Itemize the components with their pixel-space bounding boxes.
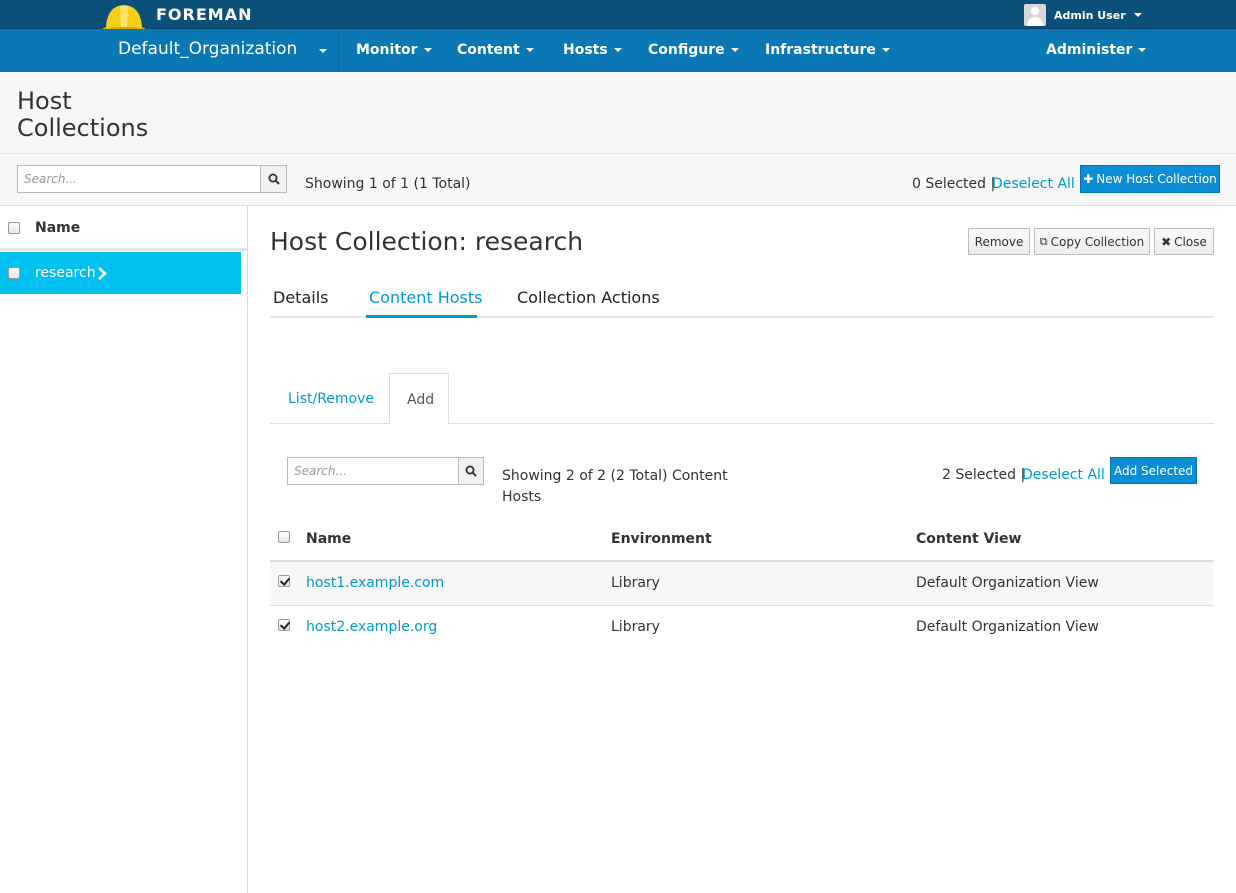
close-icon: ✖ xyxy=(1161,234,1172,249)
host-name-link[interactable]: host2.example.org xyxy=(306,619,437,635)
nav-administer[interactable]: Administer xyxy=(1046,42,1147,58)
content-hosts-table: Name Environment Content View host1.exam… xyxy=(270,518,1213,649)
close-button[interactable]: ✖ Close xyxy=(1154,228,1214,255)
main-nav: Default_Organization Monitor Content Hos… xyxy=(0,29,1236,72)
tab-content-hosts[interactable]: Content Hosts xyxy=(369,288,482,307)
table-row[interactable]: host2.example.org Library Default Organi… xyxy=(270,605,1213,649)
environment-cell: Library xyxy=(611,619,660,636)
top-bar: FOREMAN Admin User xyxy=(0,0,1236,35)
deselect-all-link[interactable]: Deselect All xyxy=(992,176,1075,192)
host-name-cell: host2.example.org xyxy=(305,605,610,649)
search-button[interactable] xyxy=(260,165,287,193)
search-icon xyxy=(268,173,280,185)
page-header: Host Collections xyxy=(0,72,1236,154)
chevron-down-icon[interactable] xyxy=(319,49,327,53)
content-view-cell: Default Organization View xyxy=(915,561,1213,606)
chevron-down-icon xyxy=(730,48,739,52)
detail-title: Host Collection: research xyxy=(270,227,584,256)
chevron-down-icon xyxy=(1138,48,1147,52)
collection-list: Name research xyxy=(0,206,248,893)
active-tab-indicator xyxy=(366,315,477,318)
chevron-down-icon xyxy=(1133,13,1142,17)
select-all-checkbox[interactable] xyxy=(8,222,20,234)
nav-divider xyxy=(338,29,339,72)
table-row[interactable]: host1.example.com Library Default Organi… xyxy=(270,561,1213,606)
host-search-input[interactable]: Search... xyxy=(287,457,459,485)
showing-count: Showing 1 of 1 (1 Total) xyxy=(305,176,471,192)
hosts-selected-count: 2 Selected | xyxy=(942,467,1026,483)
selected-count: 0 Selected | xyxy=(912,176,996,192)
search-button[interactable] xyxy=(458,457,484,485)
name-column-header[interactable]: Name xyxy=(305,518,610,562)
page-title: Host Collections xyxy=(17,87,149,142)
user-menu[interactable]: Admin User xyxy=(1024,4,1142,26)
new-host-collection-button[interactable]: ✚ New Host Collection xyxy=(1080,165,1220,193)
collection-list-header: Name xyxy=(0,206,247,251)
search-icon xyxy=(465,465,477,477)
chevron-down-icon xyxy=(881,48,890,52)
nav-hosts[interactable]: Hosts xyxy=(563,42,622,58)
tab-details[interactable]: Details xyxy=(273,288,328,307)
remove-button[interactable]: Remove xyxy=(968,228,1030,255)
row-checkbox[interactable] xyxy=(278,575,290,588)
user-name: Admin User xyxy=(1054,8,1126,22)
chevron-down-icon xyxy=(525,48,534,52)
row-checkbox-cell xyxy=(270,605,305,649)
table-header-row: Name Environment Content View xyxy=(270,518,1213,562)
nav-monitor[interactable]: Monitor xyxy=(356,42,432,58)
chevron-down-icon xyxy=(423,48,432,52)
host-name-cell: host1.example.com xyxy=(305,561,610,606)
user-avatar-icon xyxy=(1024,4,1046,26)
row-checkbox-cell xyxy=(270,561,305,606)
nav-infrastructure[interactable]: Infrastructure xyxy=(765,42,890,58)
list-toolbar: Search... Showing 1 of 1 (1 Total) 0 Sel… xyxy=(0,154,1236,206)
hosts-showing-count: Showing 2 of 2 (2 Total) Content Hosts xyxy=(502,468,728,505)
subtab-add[interactable]: Add xyxy=(389,373,449,425)
content-view-column-header[interactable]: Content View xyxy=(915,518,1213,562)
nav-content[interactable]: Content xyxy=(457,42,534,58)
host-name-link[interactable]: host1.example.com xyxy=(306,575,444,591)
copy-collection-button[interactable]: ⧉ Copy Collection xyxy=(1034,228,1150,255)
subtab-list-remove[interactable]: List/Remove xyxy=(288,391,374,407)
content-view-cell: Default Organization View xyxy=(916,619,1099,636)
copy-icon: ⧉ xyxy=(1039,234,1048,248)
row-checkbox[interactable] xyxy=(278,619,290,632)
organization-switcher[interactable]: Default_Organization xyxy=(118,39,297,59)
chevron-down-icon xyxy=(613,48,622,52)
row-checkbox[interactable] xyxy=(8,267,20,279)
hosts-deselect-all-link[interactable]: Deselect All xyxy=(1022,467,1105,483)
tab-collection-actions[interactable]: Collection Actions xyxy=(517,288,660,307)
list-item[interactable]: research xyxy=(0,252,241,294)
select-all-header xyxy=(270,518,305,562)
detail-tabs: Details Content Hosts Collection Actions xyxy=(270,276,1214,318)
brand-name[interactable]: FOREMAN xyxy=(156,5,252,24)
environment-column-header[interactable]: Environment xyxy=(610,518,915,562)
chevron-right-icon xyxy=(98,267,107,280)
select-all-checkbox[interactable] xyxy=(278,531,290,543)
nav-configure[interactable]: Configure xyxy=(648,42,739,58)
add-selected-button[interactable]: Add Selected xyxy=(1110,457,1197,484)
name-column-header[interactable]: Name xyxy=(35,220,80,236)
plus-icon: ✚ xyxy=(1083,172,1094,186)
collection-search-input[interactable]: Search... xyxy=(17,165,261,193)
environment-cell: Library xyxy=(610,561,915,606)
collection-name[interactable]: research xyxy=(35,265,96,281)
